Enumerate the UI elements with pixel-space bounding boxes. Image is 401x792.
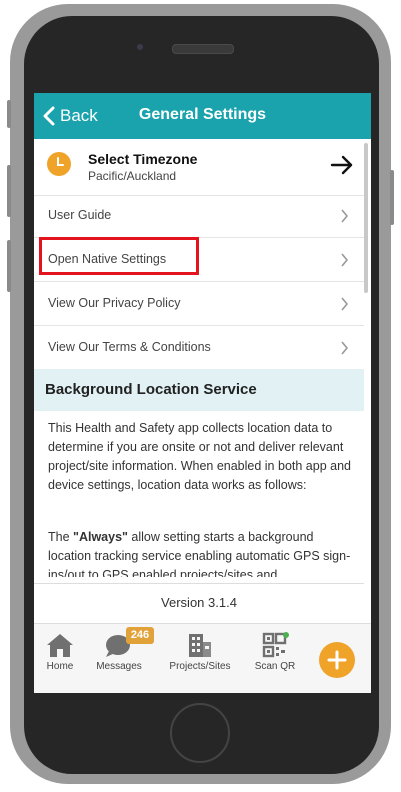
tab-bar: Home Messages 246 Projects/Sites Scan QR [34,623,371,693]
volume-up-button [7,165,11,217]
select-timezone-row[interactable]: Select Timezone Pacific/Auckland [34,139,364,196]
version-label: Version 3.1.4 [161,595,237,610]
messages-badge: 246 [126,627,154,644]
chevron-right-icon [341,297,349,311]
home-icon [47,634,73,657]
building-icon [189,634,211,657]
menu-item-user-guide[interactable]: User Guide [34,194,364,238]
always-setting-description: The "Always" allow setting starts a back… [48,528,354,578]
chevron-right-icon [341,209,349,223]
scrollbar[interactable] [364,143,368,293]
always-label: "Always" [73,530,128,544]
menu-item-label: View Our Terms & Conditions [48,340,211,354]
tab-label: Home [46,661,74,672]
plus-icon [327,650,347,670]
qr-code-icon [262,632,289,658]
add-button[interactable] [319,642,355,678]
section-title: Background Location Service [45,381,257,398]
location-description: This Health and Safety app collects loca… [48,421,351,492]
tab-scan-qr[interactable]: Scan QR [253,632,297,672]
para-prefix: The [48,530,74,544]
content-divider [34,577,364,584]
chevron-right-icon [341,253,349,267]
page-title: General Settings [138,106,267,123]
mute-switch [7,100,11,128]
tab-projects-sites[interactable]: Projects/Sites [165,632,235,672]
menu-item-terms-conditions[interactable]: View Our Terms & Conditions [34,326,364,370]
highlight-box [39,237,199,275]
tab-label: Projects/Sites [169,661,231,672]
volume-down-button [7,240,11,292]
chevron-right-icon [341,341,349,355]
nav-header: Back General Settings [34,93,371,139]
power-button [390,170,394,225]
clock-icon [47,152,71,176]
home-button[interactable] [170,703,230,763]
tab-label: Scan QR [254,661,296,672]
menu-item-label: View Our Privacy Policy [48,296,181,310]
earpiece-speaker [172,44,234,54]
section-header: Background Location Service [34,369,364,411]
timezone-value: Pacific/Auckland [88,169,177,183]
arrow-right-icon [330,155,353,175]
tab-home[interactable]: Home [42,632,78,672]
app-screen: Back General Settings Select Timezone Pa… [34,93,371,693]
timezone-title: Select Timezone [88,151,198,167]
tab-label: Messages [96,661,142,672]
menu-item-label: User Guide [48,208,112,222]
menu-item-privacy-policy[interactable]: View Our Privacy Policy [34,282,364,326]
front-camera [137,44,143,50]
